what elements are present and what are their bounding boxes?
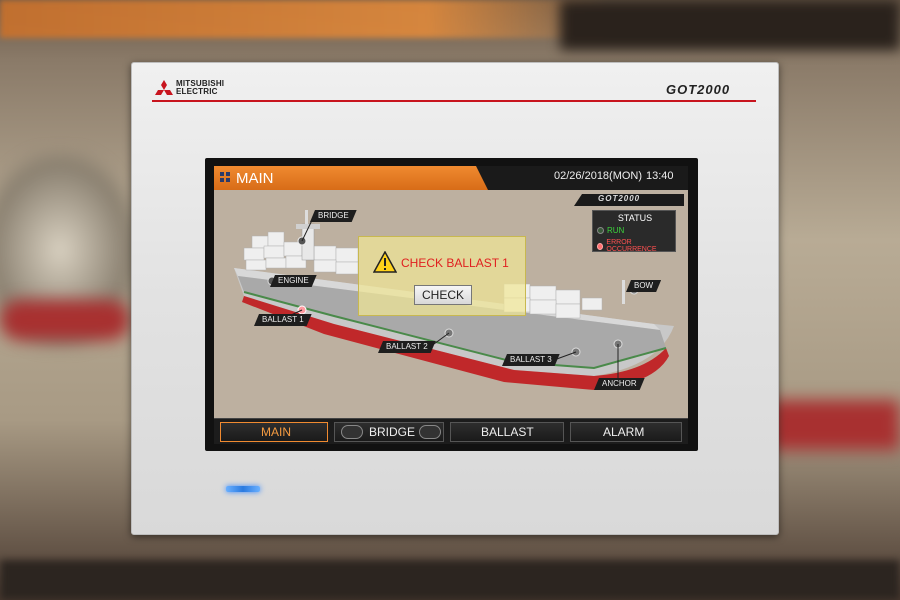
screen-logo-text: GOT2000: [598, 194, 641, 203]
title-tab: MAIN: [214, 166, 488, 190]
background-hull-right: [770, 400, 900, 450]
gauge-icon: [341, 425, 363, 439]
alert-message: CHECK BALLAST 1: [401, 256, 509, 270]
tag-engine[interactable]: ENGINE: [270, 275, 317, 287]
tag-bow[interactable]: BOW: [626, 280, 661, 292]
time-display: 13:40: [646, 170, 674, 182]
tag-bridge[interactable]: BRIDGE: [310, 210, 357, 222]
brand-line-2: ELECTRIC: [176, 87, 218, 96]
alert-popup: CHECK BALLAST 1 CHECK: [358, 236, 526, 316]
nav-bridge-label: BRIDGE: [369, 425, 416, 439]
tag-anchor[interactable]: ANCHOR: [594, 378, 645, 390]
model-logo: GOT2000: [666, 82, 731, 97]
nav-main[interactable]: MAIN: [220, 422, 328, 442]
date-display: 02/26/2018(MON): [554, 170, 643, 182]
screen-logo: GOT2000: [574, 194, 684, 206]
background-banner: [0, 0, 610, 38]
background-hull-left: [0, 300, 130, 340]
top-bar: MAIN 02/26/2018(MON) 13:40: [214, 166, 688, 190]
check-button[interactable]: CHECK: [414, 285, 472, 305]
page-title: MAIN: [236, 170, 274, 187]
brand-name: MITSUBISHI ELECTRIC: [176, 80, 224, 96]
nav-ballast-label: BALLAST: [481, 425, 534, 439]
three-diamonds-icon: [155, 80, 173, 95]
brand-logo: MITSUBISHI ELECTRIC: [154, 78, 234, 102]
nav-main-label: MAIN: [261, 425, 291, 439]
bottom-navigation: MAIN BRIDGE BALLAST ALARM: [214, 418, 688, 444]
menu-grid-icon: [220, 172, 230, 182]
tag-ballast-3[interactable]: BALLAST 3: [502, 354, 560, 366]
warning-icon: [373, 251, 397, 273]
tag-ballast-1[interactable]: BALLAST 1: [254, 314, 312, 326]
power-led: [226, 486, 260, 492]
nav-alarm[interactable]: ALARM: [570, 422, 682, 442]
tag-ballast-2[interactable]: BALLAST 2: [378, 341, 436, 353]
background-dark-panel: [560, 0, 900, 50]
brand-stripe: [152, 100, 756, 102]
nav-alarm-label: ALARM: [603, 425, 645, 439]
gauge-icon: [419, 425, 441, 439]
nav-ballast[interactable]: BALLAST: [450, 422, 564, 442]
hmi-screen: MAIN 02/26/2018(MON) 13:40 GOT2000 STATU…: [214, 166, 688, 444]
background-bottom: [0, 560, 900, 600]
nav-bridge[interactable]: BRIDGE: [334, 422, 444, 442]
